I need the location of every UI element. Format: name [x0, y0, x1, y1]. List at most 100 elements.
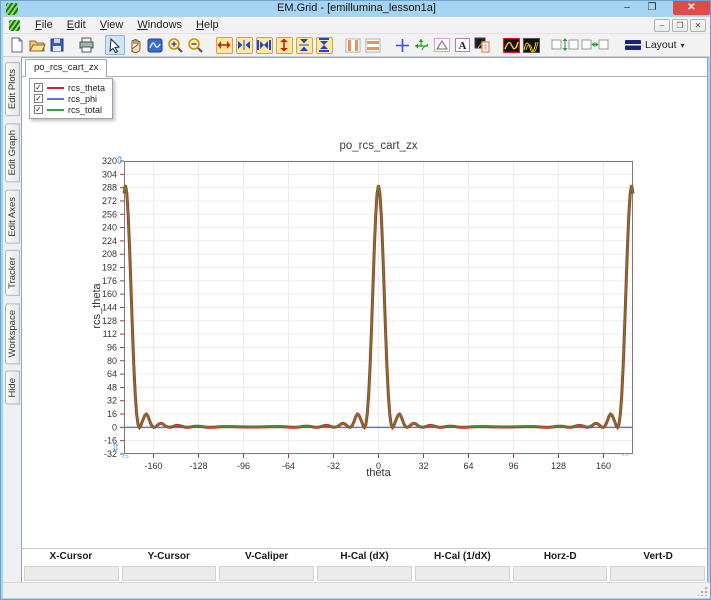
svg-text:0: 0 — [112, 422, 117, 432]
title-bar[interactable]: EM.Grid - [emillumina_lesson1a] – ❐ ✕ — [1, 1, 711, 17]
resize-grip[interactable] — [698, 586, 708, 596]
open-file-icon[interactable] — [27, 35, 47, 55]
legend-label: rcs_theta — [68, 83, 105, 93]
svg-text:288: 288 — [102, 183, 117, 193]
sidebar-tab-edit-graph[interactable]: Edit Graph — [5, 123, 20, 182]
svg-text:A: A — [458, 40, 466, 52]
document-icon — [9, 20, 20, 31]
svg-text:16: 16 — [107, 409, 117, 419]
mdi-restore-button[interactable]: ❐ — [672, 19, 688, 32]
mdi-minimize-button[interactable]: – — [654, 19, 670, 32]
plot-legend: ✓ rcs_theta ✓ rcs_phi ✓ rcs_total — [29, 78, 113, 119]
svg-text:96: 96 — [107, 342, 117, 352]
readout-cell — [24, 566, 119, 581]
fit-y-icon[interactable] — [314, 35, 334, 55]
legend-label: rcs_total — [68, 105, 102, 115]
svg-text:32: 32 — [418, 461, 428, 471]
shrink-y-icon[interactable] — [294, 35, 314, 55]
annotation-text-icon[interactable]: A — [452, 35, 472, 55]
menu-file[interactable]: File — [28, 18, 60, 32]
tracker-icon[interactable] — [412, 35, 432, 55]
svg-text:128: 128 — [102, 316, 117, 326]
svg-text:96: 96 — [508, 461, 518, 471]
align-horizontal-icon[interactable] — [580, 35, 610, 55]
readout-cell — [513, 566, 608, 581]
svg-text:-160: -160 — [145, 461, 163, 471]
close-button[interactable]: ✕ — [673, 1, 710, 15]
menu-bar: File Edit View Windows Help – ❐ ✕ — [3, 17, 710, 34]
readout-header-h-cal-1dx: H-Cal (1/dX) — [413, 551, 511, 565]
mdi-close-button[interactable]: ✕ — [690, 19, 706, 32]
split-vertical-icon[interactable] — [343, 35, 363, 55]
layout-dropdown[interactable]: Layout ▾ — [619, 37, 691, 53]
menu-edit[interactable]: Edit — [60, 18, 93, 32]
svg-text:64: 64 — [107, 369, 117, 379]
maximize-button[interactable]: ❐ — [641, 1, 663, 15]
checkbox-rcs-total[interactable]: ✓ — [34, 105, 43, 114]
expand-y-icon[interactable] — [274, 35, 294, 55]
shrink-x-icon[interactable] — [234, 35, 254, 55]
checkbox-rcs-phi[interactable]: ✓ — [34, 94, 43, 103]
svg-text:208: 208 — [102, 249, 117, 259]
align-vertical-icon[interactable] — [550, 35, 580, 55]
app-window: EM.Grid - [emillumina_lesson1a] – ❐ ✕ Fi… — [0, 0, 711, 600]
svg-text:128: 128 — [551, 461, 566, 471]
copy-page-icon[interactable] — [472, 35, 492, 55]
new-document-icon[interactable] — [7, 35, 27, 55]
readout-cell — [122, 566, 217, 581]
svg-text:32: 32 — [107, 396, 117, 406]
plot-style-red-icon[interactable] — [501, 35, 521, 55]
window-title: EM.Grid - [emillumina_lesson1a] — [1, 2, 711, 14]
save-icon[interactable] — [47, 35, 67, 55]
sidebar-tab-workspace[interactable]: Workspace — [5, 303, 20, 364]
readout-header-v-caliper: V-Caliper — [218, 551, 316, 565]
svg-text:256: 256 — [102, 209, 117, 219]
svg-text:176: 176 — [102, 276, 117, 286]
checkbox-rcs-theta[interactable]: ✓ — [34, 83, 43, 92]
expand-x-icon[interactable] — [214, 35, 234, 55]
readout-cell — [610, 566, 705, 581]
y-axis-bottom-handle-icon[interactable]: ⇕ — [111, 443, 120, 453]
plot-canvas[interactable]: -32-160163248648096112128144160176192208… — [124, 161, 633, 454]
sidebar-tab-edit-axes[interactable]: Edit Axes — [5, 190, 20, 244]
readout-header-h-cal-dx: H-Cal (dX) — [316, 551, 414, 565]
readout-cell — [317, 566, 412, 581]
marker-triangle-icon[interactable] — [432, 35, 452, 55]
svg-text:-32: -32 — [327, 461, 340, 471]
sidebar-tab-edit-plots[interactable]: Edit Plots — [5, 62, 20, 116]
readout-cell — [219, 566, 314, 581]
layout-label: Layout — [645, 39, 677, 51]
y-axis-handle-icon[interactable]: ⇕ — [115, 156, 124, 166]
legend-row-rcs-total[interactable]: ✓ rcs_total — [34, 104, 105, 115]
fit-x-icon[interactable] — [254, 35, 274, 55]
document-tab-row: po_rcs_cart_zx — [22, 58, 707, 77]
layout-icon — [625, 40, 641, 50]
plot-style-dark-icon[interactable] — [521, 35, 541, 55]
zoom-out-icon[interactable] — [185, 35, 205, 55]
svg-text:48: 48 — [107, 382, 117, 392]
sidebar-tab-tracker[interactable]: Tracker — [5, 250, 20, 296]
x-axis-left-handle-icon[interactable]: ⇔ — [120, 451, 131, 461]
print-icon[interactable] — [76, 35, 96, 55]
svg-text:272: 272 — [102, 196, 117, 206]
pan-hand-icon[interactable] — [125, 35, 145, 55]
zoom-in-icon[interactable] — [165, 35, 185, 55]
menu-windows[interactable]: Windows — [130, 18, 189, 32]
svg-text:240: 240 — [102, 223, 117, 233]
minimize-button[interactable]: – — [616, 1, 638, 15]
zoom-window-icon[interactable] — [145, 35, 165, 55]
select-pointer-icon[interactable] — [105, 35, 125, 55]
svg-text:0: 0 — [376, 461, 381, 471]
legend-row-rcs-phi[interactable]: ✓ rcs_phi — [34, 93, 105, 104]
menu-help[interactable]: Help — [189, 18, 226, 32]
document-tab[interactable]: po_rcs_cart_zx — [25, 59, 107, 77]
cross-cursor-icon[interactable] — [392, 35, 412, 55]
split-horizontal-icon[interactable] — [363, 35, 383, 55]
menu-view[interactable]: View — [93, 18, 131, 32]
svg-text:-96: -96 — [237, 461, 250, 471]
sidebar-tab-hide[interactable]: Hide — [5, 371, 20, 405]
svg-text:224: 224 — [102, 236, 117, 246]
legend-row-rcs-theta[interactable]: ✓ rcs_theta — [34, 82, 105, 93]
svg-text:144: 144 — [102, 303, 117, 313]
x-axis-right-handle-icon[interactable]: ⇔ — [620, 449, 631, 459]
